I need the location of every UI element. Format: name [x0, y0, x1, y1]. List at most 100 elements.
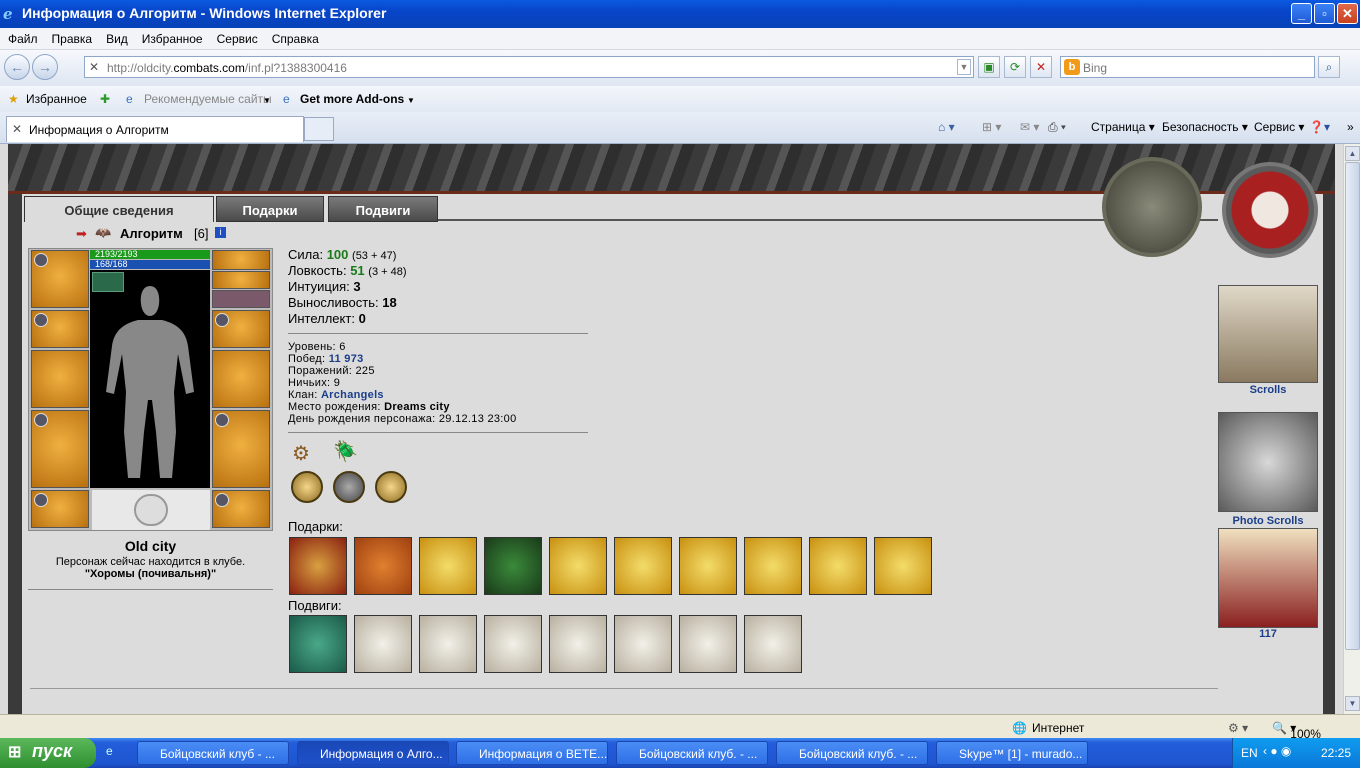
belt-slot[interactable]: [31, 490, 89, 528]
add-favorite-icon[interactable]: ✚: [100, 92, 110, 106]
menu-view[interactable]: Вид: [98, 28, 134, 46]
page-menu[interactable]: Страница ▾: [1091, 120, 1155, 134]
medal-icon[interactable]: [291, 471, 323, 503]
scrolls-link[interactable]: Scrolls: [1218, 384, 1318, 396]
feat-book[interactable]: [549, 615, 607, 673]
more-tools-icon[interactable]: »: [1347, 120, 1354, 134]
home-icon[interactable]: ⌂ ▾: [938, 120, 955, 134]
fist-emblem-icon[interactable]: [1222, 162, 1318, 258]
feat-warrior[interactable]: [484, 615, 542, 673]
rings-slot[interactable]: [212, 290, 270, 308]
gift-ring[interactable]: [419, 537, 477, 595]
taskbar-item[interactable]: Бойцовский клуб - ...: [137, 741, 289, 765]
wins-link[interactable]: 11 973: [329, 353, 364, 365]
info-icon[interactable]: i: [215, 227, 226, 238]
back-button[interactable]: ←: [4, 54, 30, 80]
shield-slot[interactable]: [212, 350, 270, 408]
boots-slot[interactable]: [212, 490, 270, 528]
mail-icon[interactable]: ✉ ▾: [1020, 120, 1039, 134]
scroll-up-icon[interactable]: ▲: [1345, 146, 1360, 161]
vertical-scrollbar[interactable]: ▲ ▼: [1343, 144, 1360, 714]
address-field[interactable]: ✕ http://oldcity.combats.com/inf.pl?1388…: [84, 56, 974, 78]
helmet-slot[interactable]: [31, 250, 89, 308]
gift-brooch[interactable]: [614, 537, 672, 595]
amulet-slot[interactable]: [212, 271, 270, 289]
close-button[interactable]: ✕: [1337, 3, 1358, 24]
character-name[interactable]: Алгоритм: [120, 226, 183, 241]
gift-brooch[interactable]: [744, 537, 802, 595]
favorites-button[interactable]: Избранное: [26, 92, 87, 106]
feat-medkit[interactable]: [744, 615, 802, 673]
new-tab-button[interactable]: [304, 117, 334, 141]
tools-menu[interactable]: Сервис ▾: [1254, 120, 1304, 134]
taskbar-item[interactable]: Skype™ [1] - murado...: [936, 741, 1088, 765]
medal-icon[interactable]: [333, 471, 365, 503]
photo-scrolls-icon[interactable]: [1218, 412, 1318, 512]
stop-icon[interactable]: ✕: [1030, 56, 1052, 78]
menu-favorites[interactable]: Избранное: [134, 28, 209, 46]
weapon-slot[interactable]: [31, 350, 89, 408]
feat-scroll[interactable]: [419, 615, 477, 673]
gift-brooch[interactable]: [679, 537, 737, 595]
clan-link[interactable]: Archangels: [321, 389, 384, 401]
beetle-icon[interactable]: 🪲: [333, 439, 358, 465]
gift-chest[interactable]: [289, 537, 347, 595]
forward-button[interactable]: →: [32, 54, 58, 80]
address-dropdown-icon[interactable]: ▼: [957, 59, 971, 75]
club-book-icon[interactable]: [1218, 528, 1318, 628]
recommended-sites-link[interactable]: Рекомендуемые сайты: [144, 92, 272, 106]
feeds-icon[interactable]: ⊞ ▾: [982, 120, 1001, 134]
gift-jade[interactable]: [484, 537, 542, 595]
tab-feats[interactable]: Подвиги: [328, 196, 438, 222]
get-addons-link[interactable]: Get more Add-ons: [300, 92, 404, 106]
feat-helmet[interactable]: [289, 615, 347, 673]
menu-file[interactable]: Файл: [0, 28, 44, 46]
tab-general[interactable]: Общие сведения: [24, 196, 214, 222]
scrolls-book-icon[interactable]: [1218, 285, 1318, 383]
taskbar-item[interactable]: Бойцовский клуб. - ...: [776, 741, 928, 765]
help-icon[interactable]: ❓▾: [1309, 120, 1330, 134]
club-book-count[interactable]: 117: [1218, 628, 1318, 640]
gift-brooch[interactable]: [874, 537, 932, 595]
menu-edit[interactable]: Правка: [44, 28, 99, 46]
start-button[interactable]: ⊞ пуск: [0, 738, 96, 768]
tab-gifts[interactable]: Подарки: [216, 196, 324, 222]
feat-gold-bag[interactable]: [679, 615, 737, 673]
browser-tab-active[interactable]: ✕ Информация о Алгоритм: [6, 116, 304, 142]
leggings-slot[interactable]: [212, 410, 270, 488]
taskbar-item-active[interactable]: Информация о Алго...: [297, 741, 449, 765]
protected-mode-icon[interactable]: ⚙ ▾: [1228, 721, 1248, 735]
language-indicator[interactable]: EN: [1241, 746, 1258, 760]
bow-emblem-icon[interactable]: [1102, 157, 1202, 257]
zoom-level[interactable]: 🔍 100% ▾: [1272, 721, 1321, 741]
gloves-slot[interactable]: [212, 310, 270, 348]
armor-slot[interactable]: [31, 410, 89, 488]
gift-brooch[interactable]: [809, 537, 867, 595]
compass-icon[interactable]: ⚙: [292, 441, 322, 465]
print-icon[interactable]: ⎙ ▾: [1048, 120, 1066, 135]
gift-basket[interactable]: [354, 537, 412, 595]
medal-icon[interactable]: [375, 471, 407, 503]
compat-view-icon[interactable]: ▣: [978, 56, 1000, 78]
quicklaunch-ie-icon[interactable]: e: [106, 744, 113, 758]
security-menu[interactable]: Безопасность ▾: [1162, 120, 1248, 134]
minimize-button[interactable]: _: [1291, 3, 1312, 24]
search-input[interactable]: b Bing: [1060, 56, 1315, 78]
feat-gauntlet[interactable]: [614, 615, 672, 673]
photo-scrolls-link[interactable]: Photo Scrolls: [1218, 515, 1318, 527]
maximize-button[interactable]: ▫: [1314, 3, 1335, 24]
menu-help[interactable]: Справка: [264, 28, 325, 46]
gift-brooch[interactable]: [549, 537, 607, 595]
scroll-down-icon[interactable]: ▼: [1345, 696, 1360, 711]
search-go-icon[interactable]: ⌕: [1318, 56, 1340, 78]
menu-tools[interactable]: Сервис: [209, 28, 264, 46]
taskbar-item[interactable]: Информация о BETE...: [456, 741, 608, 765]
bracer-slot[interactable]: [31, 310, 89, 348]
scroll-thumb[interactable]: [1345, 162, 1360, 650]
stat-intuition: Интуиция: 3: [288, 279, 361, 294]
tray-icons[interactable]: ‹ ● ◉: [1263, 744, 1291, 758]
feat-warrior[interactable]: [354, 615, 412, 673]
earrings-slot[interactable]: [212, 250, 270, 270]
refresh-icon[interactable]: ⟳: [1004, 56, 1026, 78]
taskbar-item[interactable]: Бойцовский клуб. - ...: [616, 741, 768, 765]
